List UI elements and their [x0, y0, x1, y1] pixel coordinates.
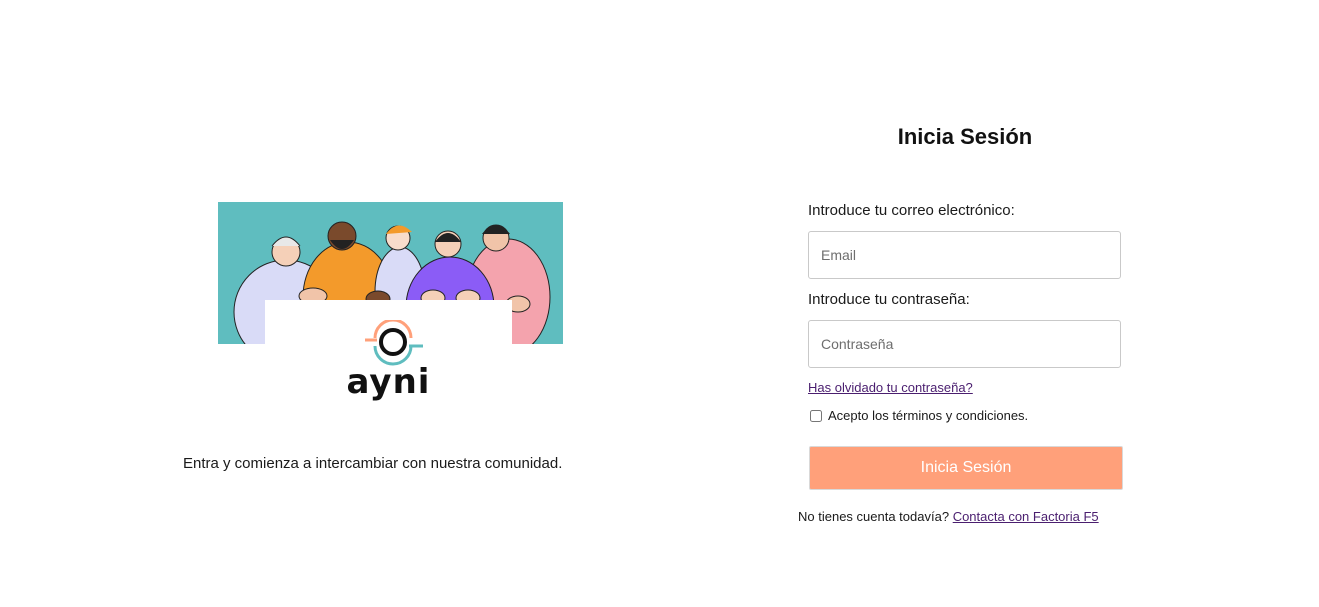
terms-label: Acepto los términos y condiciones.	[828, 408, 1029, 423]
contact-link[interactable]: Contacta con Factoria F5	[953, 509, 1099, 524]
ayni-logo-icon	[365, 320, 423, 366]
brand-name: ayni	[346, 362, 431, 402]
password-input[interactable]	[808, 320, 1121, 368]
signup-prompt: No tienes cuenta todavía? Contacta con F…	[798, 509, 1099, 524]
page-title: Inicia Sesión	[897, 124, 1033, 149]
forgot-password-link[interactable]: Has olvidado tu contraseña?	[808, 380, 973, 395]
password-label: Introduce tu contraseña:	[808, 291, 970, 308]
terms-checkbox-row[interactable]: Acepto los términos y condiciones.	[810, 408, 1028, 423]
logo-card: ayni	[265, 300, 512, 412]
terms-checkbox[interactable]	[810, 409, 822, 422]
tagline: Entra y comienza a intercambiar con nues…	[183, 455, 563, 472]
email-input[interactable]	[808, 231, 1121, 279]
login-button[interactable]: Inicia Sesión	[809, 446, 1123, 490]
signup-text: No tienes cuenta todavía?	[798, 509, 950, 524]
email-label: Introduce tu correo electrónico:	[808, 202, 1015, 219]
